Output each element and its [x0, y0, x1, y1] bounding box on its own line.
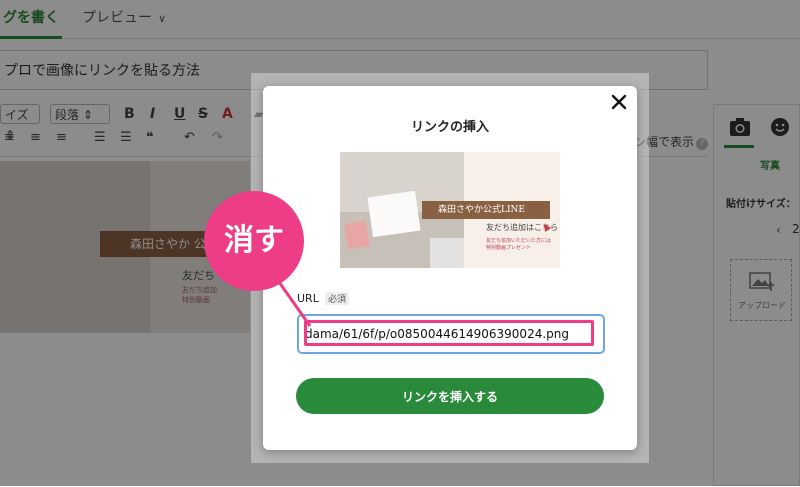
preview-laptop — [430, 238, 464, 268]
link-image-preview: 森田さやか公式LINE 友だち追加はこちら 友だち追加いただいた方には 特別動画… — [340, 152, 560, 268]
preview-notebook — [367, 190, 421, 238]
close-icon[interactable] — [609, 92, 629, 112]
required-badge: 必須 — [325, 292, 350, 305]
preview-pink-notebook — [343, 220, 371, 250]
preview-text-2: 友だち追加いただいた方には — [486, 238, 552, 244]
url-input[interactable] — [297, 314, 605, 354]
insert-link-button[interactable]: リンクを挿入する — [296, 378, 604, 414]
triangle-right-icon — [545, 224, 551, 232]
dialog-title: リンクの挿入 — [410, 120, 489, 135]
insert-link-dialog: リンクの挿入 森田さやか公式LINE 友だち追加はこちら 友だち追加いただいた方… — [263, 86, 637, 450]
delete-callout: 消す — [204, 191, 304, 291]
preview-banner: 森田さやか公式LINE — [422, 201, 550, 219]
preview-text-3: 特別動画プレゼント — [486, 245, 532, 251]
url-label: URL — [297, 292, 319, 305]
